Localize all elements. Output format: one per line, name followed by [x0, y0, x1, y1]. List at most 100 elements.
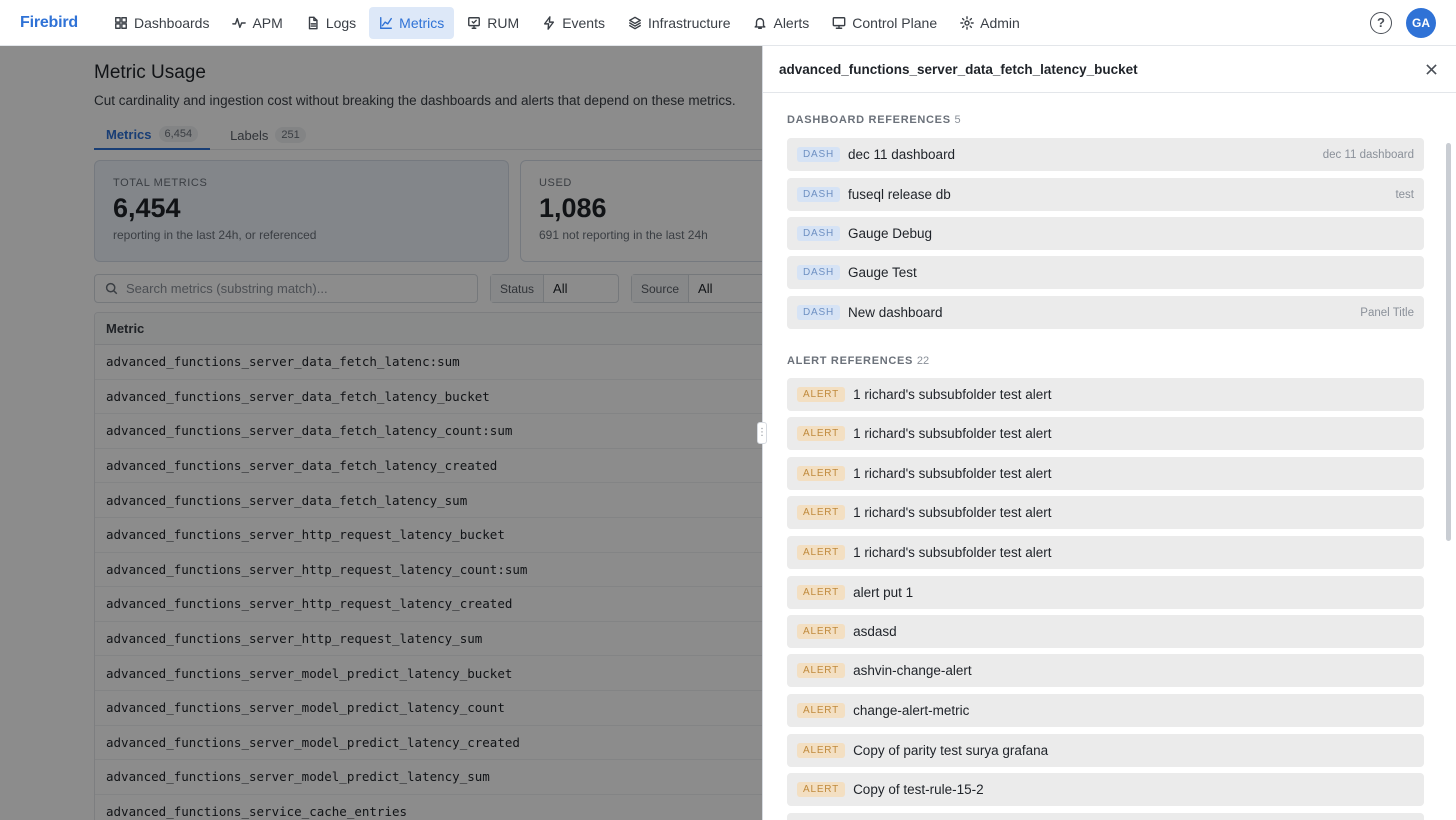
nav-item-metrics[interactable]: Metrics: [369, 6, 455, 39]
dash-badge: DASH: [797, 265, 840, 280]
alert-references-heading: ALERT REFERENCES 22: [787, 355, 929, 367]
section-title: DASHBOARD REFERENCES: [787, 114, 951, 126]
reference-name: 1 richard's subsubfolder test alert: [853, 426, 1052, 441]
reference-panel: dec 11 dashboard: [1322, 148, 1414, 161]
nav-items: Dashboards APM Logs Metrics RUM Events I…: [104, 0, 1033, 45]
activity-icon: [232, 17, 247, 28]
alert-badge: ALERT: [797, 387, 846, 402]
nav-item-label: RUM: [487, 14, 520, 31]
nav-item-admin[interactable]: Admin: [950, 7, 1030, 39]
nav-item-label: Control Plane: [852, 14, 938, 31]
reference-name: alert put 1: [853, 585, 914, 600]
help-icon[interactable]: ?: [1370, 11, 1392, 34]
reference-name: 1 richard's subsubfolder test alert: [853, 505, 1052, 520]
screen-icon: [832, 16, 846, 29]
nav-item-events[interactable]: Events: [532, 7, 615, 39]
section-count: 22: [916, 355, 930, 367]
chart-icon: [380, 16, 393, 29]
close-button[interactable]: [1422, 60, 1440, 78]
metric-detail-drawer: advanced_functions_server_data_fetch_lat…: [762, 46, 1456, 820]
nav-item-label: Logs: [325, 14, 357, 31]
nav-item-control-plane[interactable]: Control Plane: [822, 7, 947, 39]
nav-item-apm[interactable]: APM: [222, 7, 292, 39]
nav-right: ? GA: [1370, 7, 1436, 38]
nav-item-alerts[interactable]: Alerts: [743, 7, 819, 39]
avatar[interactable]: GA: [1406, 7, 1436, 38]
nav-item-label: Dashboards: [133, 14, 210, 31]
alert-badge: ALERT: [797, 545, 846, 560]
alert-badge: ALERT: [797, 426, 846, 441]
dashboard-reference-item[interactable]: DASH fuseql release db test: [787, 178, 1424, 211]
alert-reference-item[interactable]: ALERT 1 richard's subsubfolder test aler…: [787, 536, 1424, 569]
dash-badge: DASH: [797, 147, 840, 162]
dashboard-references-heading: DASHBOARD REFERENCES 5: [787, 114, 961, 126]
dashboard-reference-item[interactable]: DASH Gauge Debug: [787, 217, 1424, 250]
alert-reference-item[interactable]: ALERT alert put 1: [787, 576, 1424, 609]
drawer-title: advanced_functions_server_data_fetch_lat…: [779, 61, 1138, 77]
alert-reference-item[interactable]: ALERT 1 richard's subsubfolder test aler…: [787, 496, 1424, 529]
bell-icon: [754, 17, 766, 29]
drawer-body: DASHBOARD REFERENCES 5 DASH dec 11 dashb…: [763, 93, 1456, 820]
dashboard-reference-item[interactable]: DASH New dashboard Panel Title: [787, 296, 1424, 329]
reference-name: fuseql release db: [847, 187, 951, 202]
alert-reference-item[interactable]: ALERT change-alert-metric: [787, 694, 1424, 727]
reference-name: asdasd: [853, 624, 897, 639]
top-nav: Firebird Dashboards APM Logs Metrics RUM…: [0, 0, 1456, 46]
alert-reference-item[interactable]: ALERT 1 richard's subsubfolder test aler…: [787, 457, 1424, 490]
alert-badge: ALERT: [797, 585, 846, 600]
alert-reference-item[interactable]: ALERT Copy of parity test surya grafana: [787, 734, 1424, 767]
nav-item-label: Metrics: [399, 14, 445, 31]
close-icon: [1425, 63, 1437, 75]
grid-icon: [115, 16, 127, 29]
scrollbar[interactable]: [1446, 143, 1451, 541]
alert-badge: ALERT: [797, 703, 846, 718]
dash-badge: DASH: [797, 226, 840, 241]
reference-panel: test: [1395, 188, 1414, 201]
brand-logo[interactable]: Firebird: [20, 14, 78, 32]
nav-item-label: Admin: [980, 14, 1020, 31]
reference-panel: Panel Title: [1360, 306, 1414, 319]
document-icon: [308, 16, 318, 29]
reference-name: 1 richard's subsubfolder test alert: [853, 466, 1052, 481]
reference-name: 1 richard's subsubfolder test alert: [853, 545, 1052, 560]
nav-item-label: APM: [252, 14, 283, 31]
alert-reference-item[interactable]: ALERT 1 richard's subsubfolder test aler…: [787, 417, 1424, 450]
nav-item-label: Events: [562, 14, 605, 31]
nav-item-label: Alerts: [773, 14, 810, 31]
alert-reference-item[interactable]: ALERT Copy of test-rule-15-2: [787, 773, 1424, 806]
alert-badge: ALERT: [797, 505, 846, 520]
alert-badge: ALERT: [797, 466, 846, 481]
nav-item-logs[interactable]: Logs: [296, 7, 366, 39]
monitor-icon: [468, 16, 481, 29]
alert-reference-item[interactable]: ALERT 1 richard's subsubfolder test aler…: [787, 378, 1424, 411]
dashboard-reference-item[interactable]: DASH Gauge Test: [787, 256, 1424, 289]
nav-item-infrastructure[interactable]: Infrastructure: [618, 7, 740, 39]
reference-name: change-alert-metric: [853, 703, 970, 718]
reference-name: Copy of test-rule-15-2: [853, 782, 984, 797]
alert-reference-item[interactable]: [787, 813, 1424, 820]
dash-badge: DASH: [797, 187, 840, 202]
alert-badge: ALERT: [797, 782, 846, 797]
reference-name: ashvin-change-alert: [853, 663, 972, 678]
dashboard-reference-item[interactable]: DASH dec 11 dashboard dec 11 dashboard: [787, 138, 1424, 171]
bolt-icon: [544, 15, 555, 30]
section-count: 5: [954, 114, 961, 126]
nav-item-rum[interactable]: RUM: [457, 7, 529, 39]
layers-icon: [629, 16, 641, 29]
reference-name: New dashboard: [847, 305, 943, 320]
alert-reference-item[interactable]: ALERT ashvin-change-alert: [787, 654, 1424, 687]
reference-name: Gauge Test: [847, 265, 917, 280]
alert-badge: ALERT: [797, 743, 846, 758]
drawer-header: advanced_functions_server_data_fetch_lat…: [763, 46, 1456, 93]
drawer-resize-handle[interactable]: ⋮: [757, 422, 767, 444]
reference-name: 1 richard's subsubfolder test alert: [853, 387, 1052, 402]
alert-badge: ALERT: [797, 663, 846, 678]
reference-name: dec 11 dashboard: [847, 147, 956, 162]
alert-badge: ALERT: [797, 624, 846, 639]
nav-item-dashboards[interactable]: Dashboards: [104, 7, 220, 39]
gear-icon: [960, 15, 974, 30]
dash-badge: DASH: [797, 305, 840, 320]
section-title: ALERT REFERENCES: [787, 355, 914, 367]
nav-item-label: Infrastructure: [648, 14, 731, 31]
alert-reference-item[interactable]: ALERT asdasd: [787, 615, 1424, 648]
